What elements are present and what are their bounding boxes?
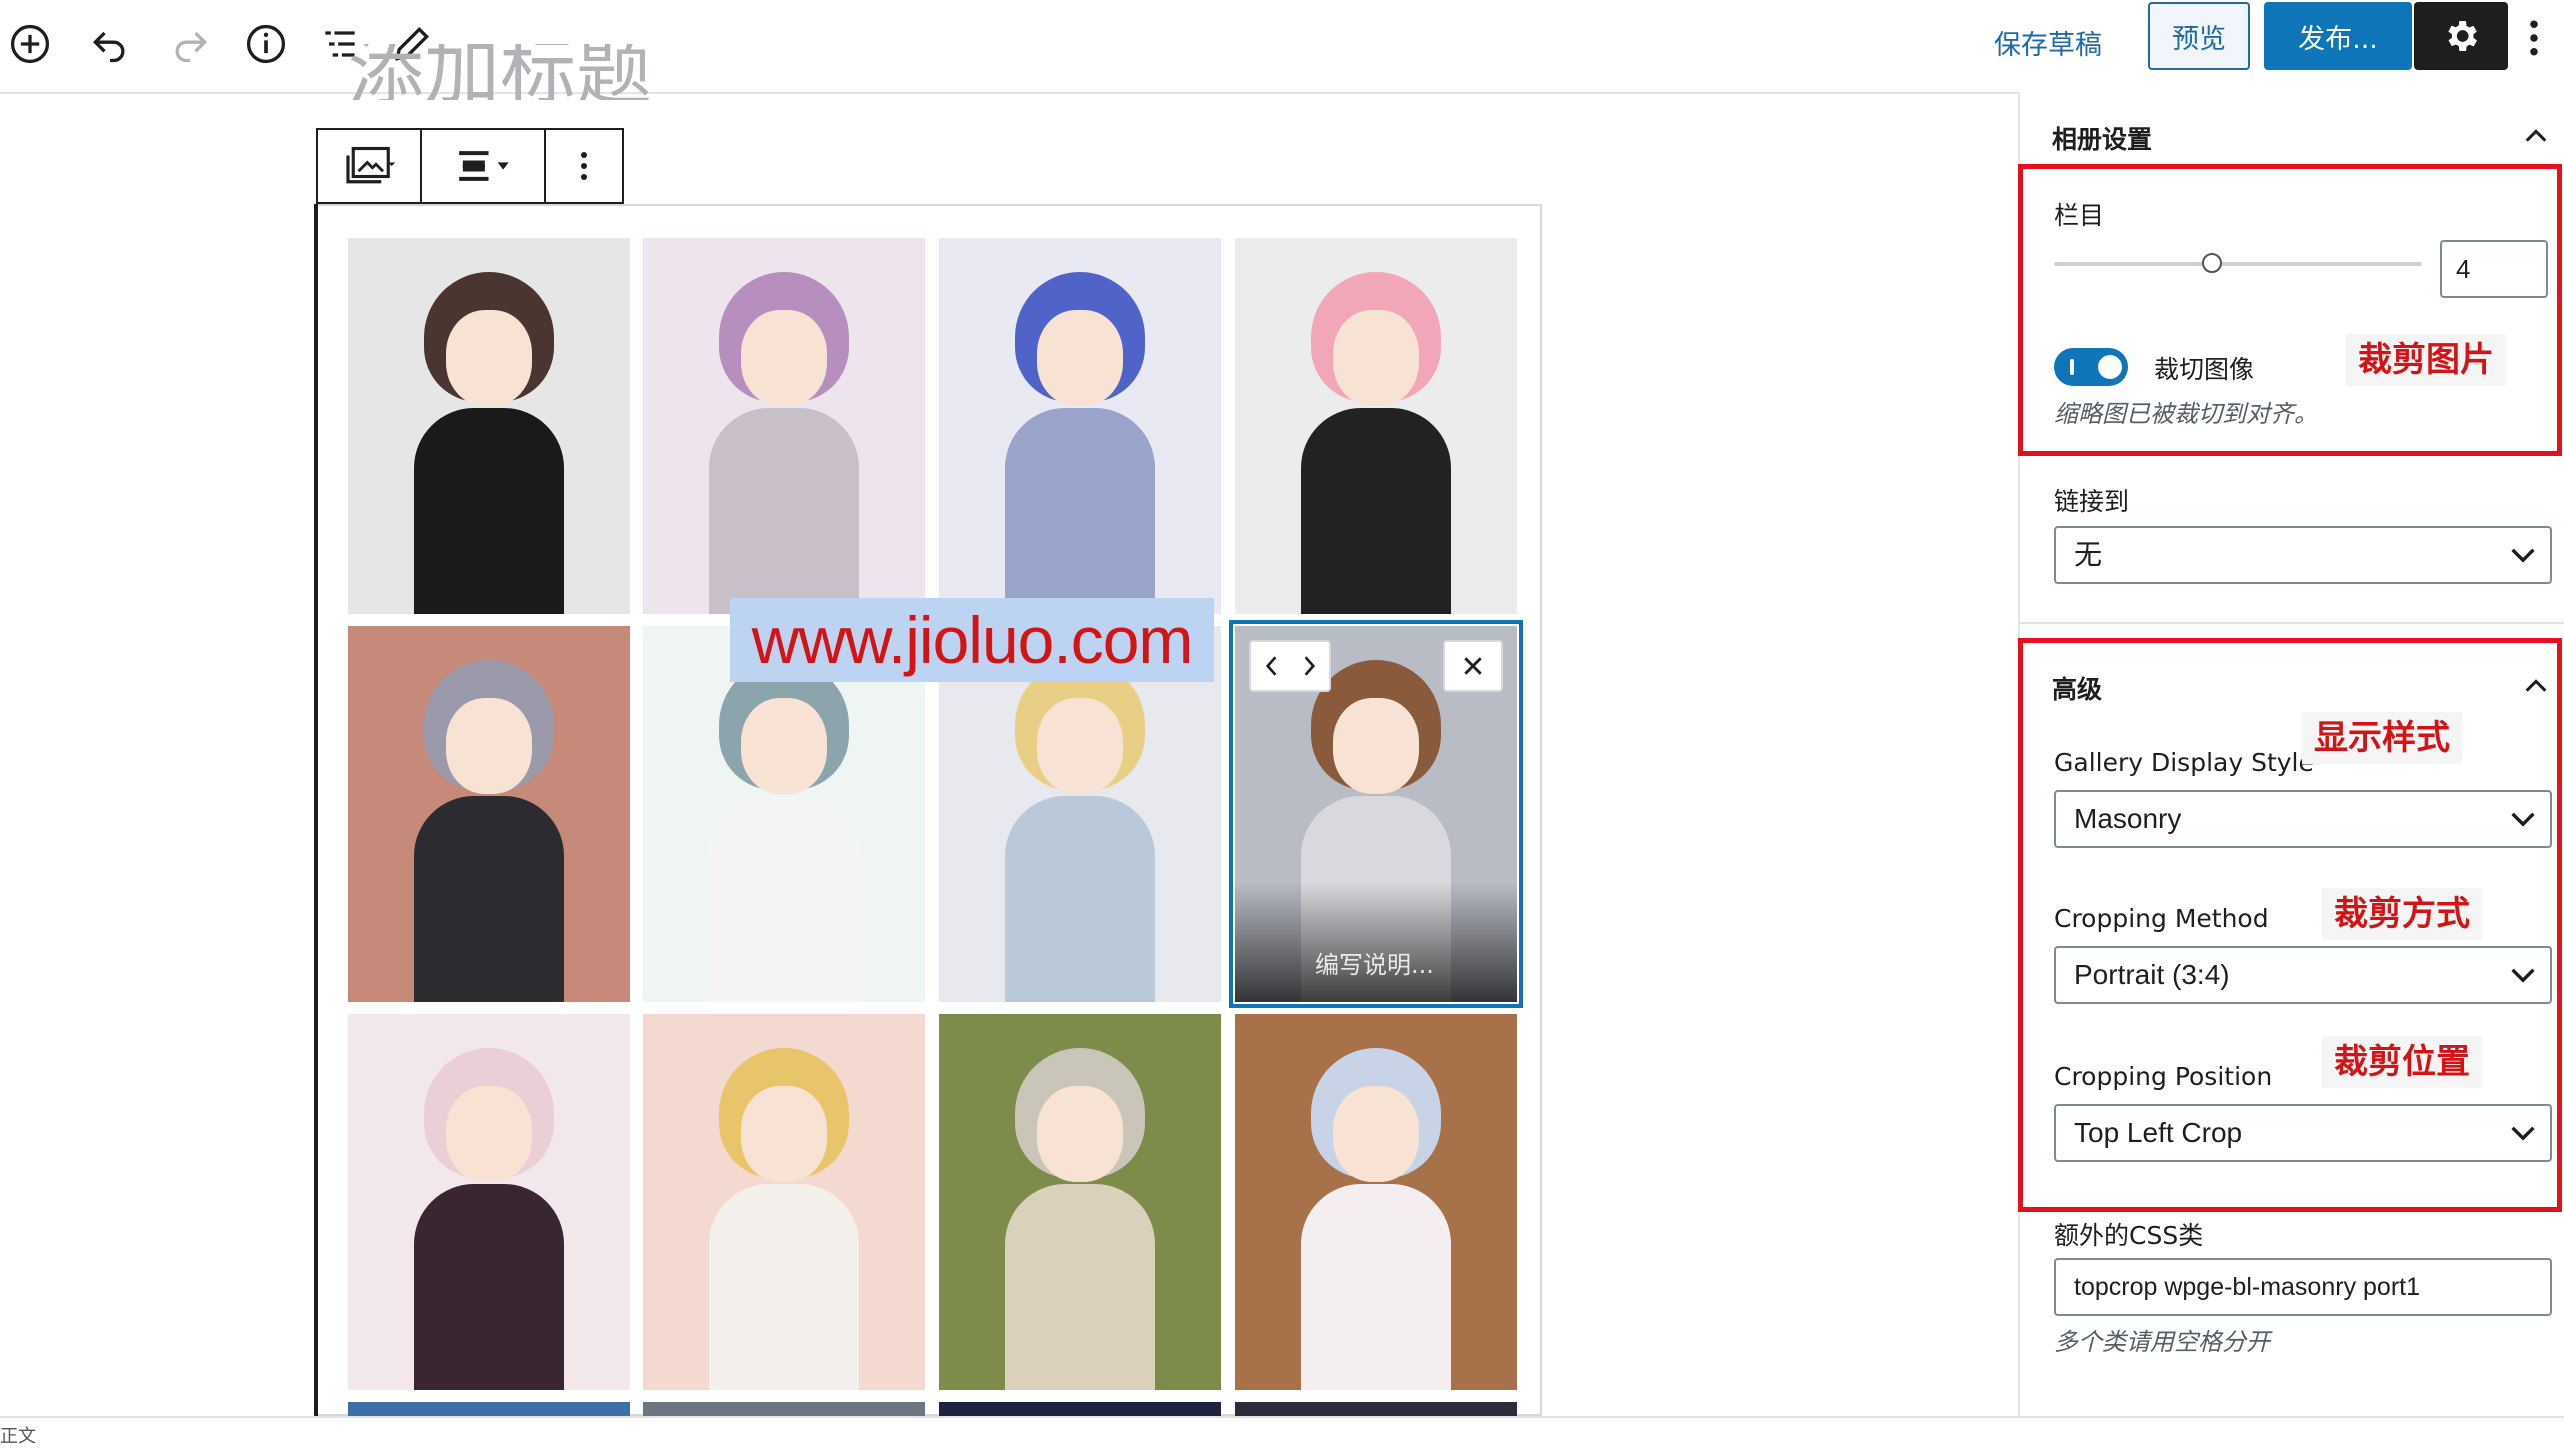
- gallery-image[interactable]: [939, 1014, 1221, 1390]
- change-block-type-button[interactable]: [318, 130, 422, 202]
- undo-icon[interactable]: [80, 14, 140, 74]
- publish-button[interactable]: 发布...: [2264, 2, 2412, 70]
- gallery-settings-title[interactable]: 相册设置: [2052, 120, 2152, 156]
- image-caption-field[interactable]: 编写说明...: [1235, 882, 1517, 1002]
- gallery-image[interactable]: [939, 626, 1221, 1002]
- chevron-right-icon[interactable]: [1303, 655, 1317, 677]
- chevron-left-icon[interactable]: [1264, 655, 1278, 677]
- gallery-image-partial[interactable]: [348, 1402, 630, 1416]
- annotation-crop-position: 裁剪位置: [2322, 1036, 2482, 1088]
- gallery-image-selected[interactable]: 编写说明...: [1229, 620, 1523, 1008]
- highlight-box-crop: [2018, 164, 2562, 456]
- annotation-crop-method: 裁剪方式: [2322, 888, 2482, 940]
- caption-placeholder: 编写说明...: [1315, 951, 1434, 979]
- gallery-image[interactable]: [643, 626, 925, 1002]
- gear-icon: [2448, 21, 2477, 51]
- gallery-image-partial[interactable]: [1235, 1402, 1517, 1416]
- gallery-image[interactable]: [643, 1014, 925, 1390]
- breadcrumb[interactable]: 正文: [0, 1422, 36, 1448]
- editor-footer: [0, 1416, 2564, 1442]
- gallery-image[interactable]: [643, 238, 925, 614]
- panel-divider: [2020, 622, 2564, 624]
- save-draft-link[interactable]: 保存草稿: [1994, 18, 2102, 74]
- remove-image-button[interactable]: [1443, 640, 1503, 692]
- align-center-icon: [459, 151, 509, 181]
- gallery-icon: [346, 146, 396, 184]
- css-class-label: 额外的CSS类: [2054, 1221, 2204, 1250]
- settings-toggle-button[interactable]: [2414, 2, 2508, 70]
- link-to-value: 无: [2074, 539, 2103, 570]
- annotation-crop-image: 裁剪图片: [2346, 334, 2506, 386]
- image-move-controls: [1249, 640, 1331, 692]
- block-more-options-button[interactable]: [546, 130, 622, 202]
- annotation-display-style: 显示样式: [2302, 712, 2462, 764]
- css-class-help: 多个类请用空格分开: [2054, 1328, 2270, 1356]
- link-to-select[interactable]: 无: [2054, 526, 2552, 584]
- redo-icon[interactable]: [160, 14, 220, 74]
- css-class-input[interactable]: topcrop wpge-bl-masonry port1: [2054, 1258, 2552, 1316]
- gallery-image[interactable]: [939, 238, 1221, 614]
- preview-button[interactable]: 预览: [2148, 2, 2250, 70]
- watermark-text: www.jioluo.com: [730, 598, 1214, 682]
- post-title-fragment[interactable]: 添加标题: [348, 44, 668, 100]
- more-vertical-icon: [2530, 20, 2538, 56]
- gallery-image-partial[interactable]: [643, 1402, 925, 1416]
- info-icon[interactable]: [236, 14, 296, 74]
- align-dropdown-button[interactable]: [422, 130, 546, 202]
- more-options-button[interactable]: [2514, 8, 2554, 68]
- gallery-image[interactable]: [1235, 238, 1517, 614]
- add-block-icon[interactable]: [0, 14, 60, 74]
- gallery-image-partial[interactable]: [939, 1402, 1221, 1416]
- chevron-down-icon: [2511, 548, 2535, 563]
- chevron-up-icon[interactable]: [2518, 118, 2554, 154]
- gallery-image[interactable]: [348, 626, 630, 1002]
- gallery-image[interactable]: [348, 1014, 630, 1390]
- gallery-block-toolbar: [316, 128, 624, 204]
- more-vertical-icon: [581, 152, 587, 180]
- gallery-image[interactable]: [1235, 1014, 1517, 1390]
- link-to-label: 链接到: [2054, 487, 2130, 516]
- gallery-image[interactable]: [348, 238, 630, 614]
- close-icon: [1464, 657, 1482, 675]
